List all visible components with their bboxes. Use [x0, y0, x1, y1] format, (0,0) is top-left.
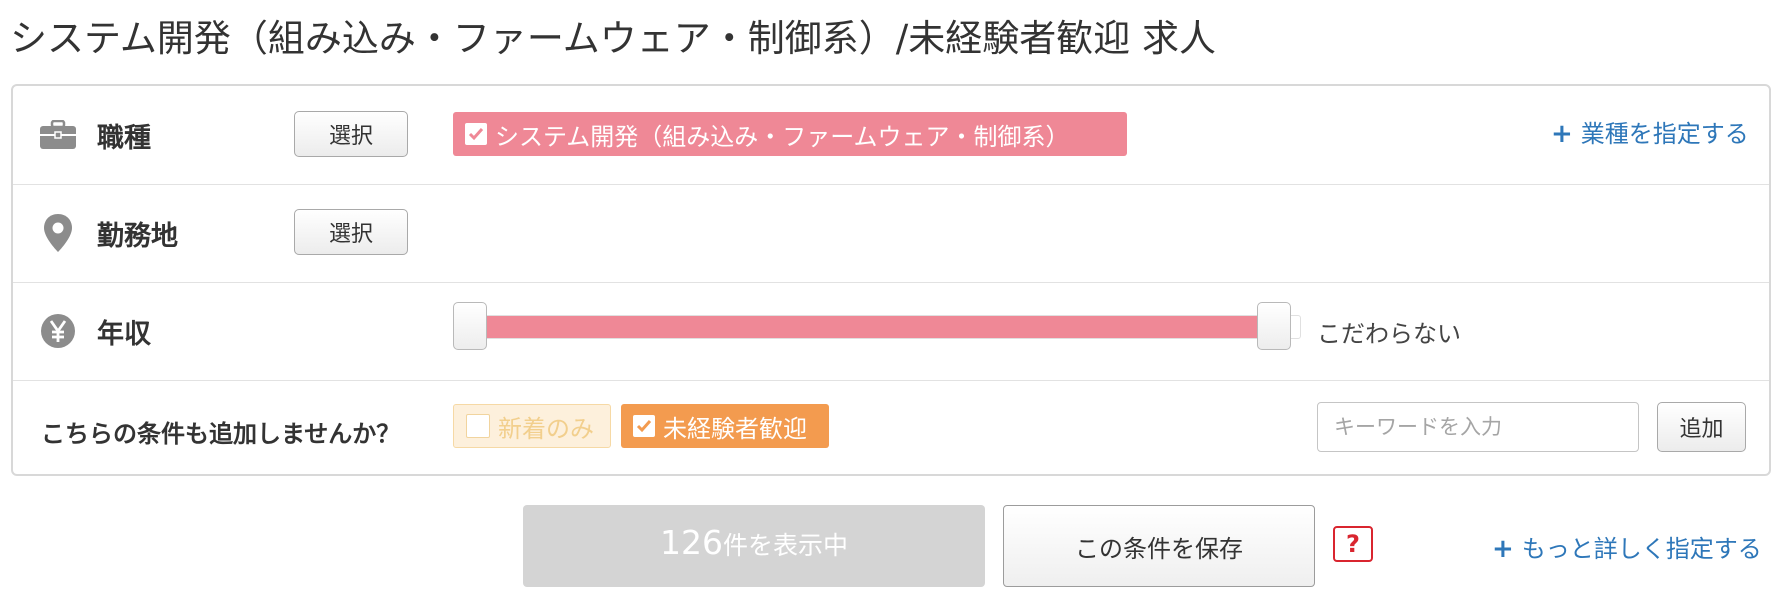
specify-industry-label: 業種を指定する	[1580, 120, 1749, 148]
job-type-select-button[interactable]: 選択	[294, 111, 408, 157]
location-row: 勤務地 選択	[13, 184, 1769, 283]
checkbox-checked-icon	[633, 415, 655, 437]
yen-icon	[37, 311, 79, 351]
more-detail-link[interactable]: + もっと詳しく指定する	[1492, 529, 1762, 564]
page-title: システム開発（組み込み・ファームウェア・制御系）/未経験者歓迎 求人	[10, 17, 1217, 60]
checkbox-unchecked-icon	[466, 414, 490, 438]
checkbox-checked-icon	[465, 123, 487, 145]
salary-slider-min-handle[interactable]	[453, 302, 487, 350]
inexperienced-welcome-checkbox[interactable]: 未経験者歓迎	[621, 404, 829, 448]
result-count-suffix: 件を表示中	[722, 531, 848, 560]
briefcase-icon	[37, 115, 79, 155]
salary-label: 年収	[97, 319, 151, 350]
extra-conditions-row: こちらの条件も追加しませんか？ 新着のみ 未経験者歓迎 追加	[13, 380, 1769, 478]
search-conditions-panel: 職種 選択 システム開発（組み込み・ファームウェア・制御系） + 業種を指定する …	[11, 84, 1771, 476]
salary-value-text: こだわらない	[1317, 320, 1461, 348]
location-select-button[interactable]: 選択	[294, 209, 408, 255]
specify-industry-link[interactable]: + 業種を指定する	[1551, 114, 1749, 149]
plus-icon: +	[1551, 119, 1573, 149]
extra-conditions-label: こちらの条件も追加しませんか？	[41, 420, 401, 448]
salary-slider-range	[481, 316, 1283, 338]
inexperienced-welcome-label: 未経験者歓迎	[663, 414, 807, 443]
salary-slider-max-handle[interactable]	[1257, 302, 1291, 350]
keyword-input[interactable]	[1317, 402, 1639, 452]
map-pin-icon	[37, 213, 79, 253]
salary-row: 年収 こだわらない	[13, 282, 1769, 381]
new-only-checkbox[interactable]: 新着のみ	[453, 404, 611, 448]
result-count-button[interactable]: 126 件を表示中	[523, 505, 985, 587]
save-conditions-button[interactable]: この条件を保存	[1003, 505, 1315, 587]
new-only-label: 新着のみ	[498, 414, 594, 443]
selected-job-label: システム開発（組み込み・ファームウェア・制御系）	[495, 122, 1070, 151]
plus-icon: +	[1492, 534, 1514, 564]
selected-job-chip[interactable]: システム開発（組み込み・ファームウェア・制御系）	[453, 112, 1127, 156]
job-type-label: 職種	[97, 123, 151, 154]
job-type-row: 職種 選択 システム開発（組み込み・ファームウェア・制御系） + 業種を指定する	[13, 86, 1769, 185]
more-detail-label: もっと詳しく指定する	[1521, 535, 1762, 563]
help-icon[interactable]: ?	[1333, 526, 1373, 562]
add-keyword-button[interactable]: 追加	[1657, 402, 1746, 452]
result-count: 126	[659, 523, 723, 562]
location-label: 勤務地	[97, 221, 178, 252]
